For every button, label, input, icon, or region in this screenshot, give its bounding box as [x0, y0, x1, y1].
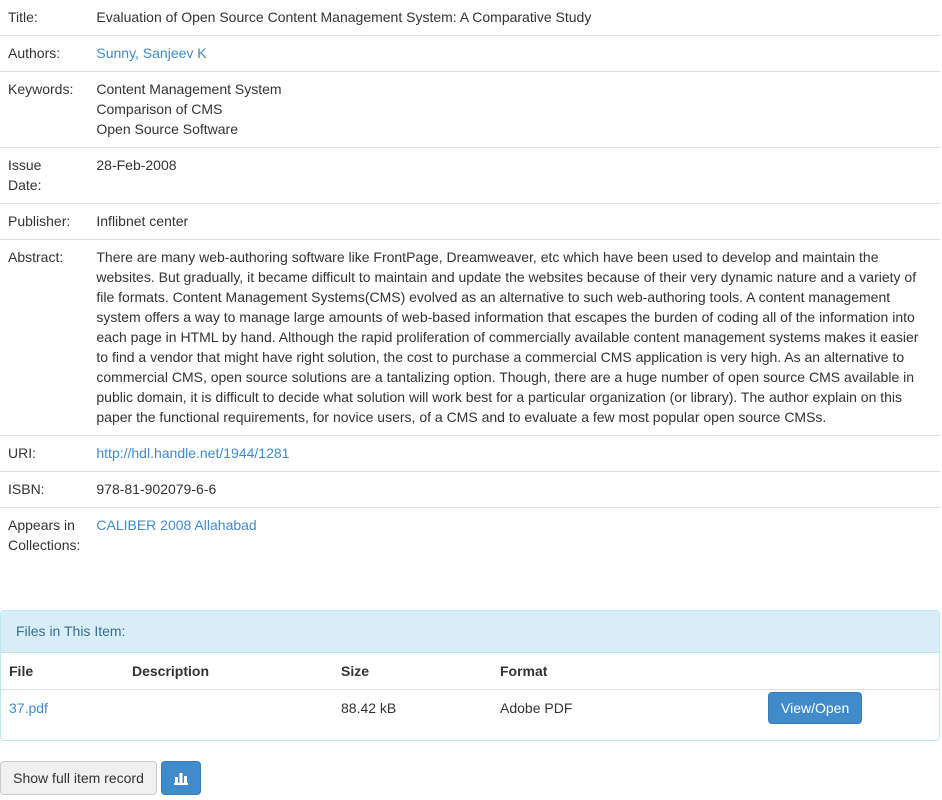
- authors-label: Authors:: [0, 35, 89, 72]
- issue-date-value: 28-Feb-2008: [88, 147, 940, 204]
- uri-label: URI:: [0, 435, 89, 472]
- title-row: Title: Evaluation of Open Source Content…: [0, 0, 940, 36]
- isbn-row: ISBN: 978-81-902079-6-6: [0, 471, 940, 508]
- issue-date-row: Issue Date: 28-Feb-2008: [0, 147, 940, 204]
- keyword-item: Comparison of CMS: [96, 101, 223, 117]
- files-panel-heading: Files in This Item:: [1, 611, 939, 653]
- file-description: [124, 690, 333, 741]
- authors-row: Authors: Sunny, Sanjeev K: [0, 35, 940, 72]
- item-metadata-table: Title: Evaluation of Open Source Content…: [0, 0, 940, 563]
- author-link[interactable]: Sunny, Sanjeev K: [96, 45, 206, 61]
- view-open-button[interactable]: View/Open: [768, 692, 863, 724]
- abstract-text: There are many web-authoring software li…: [96, 249, 919, 425]
- file-format: Adobe PDF: [500, 700, 573, 716]
- keyword-item: Open Source Software: [96, 121, 239, 137]
- collections-label: Appears in Collections:: [0, 507, 89, 563]
- publisher-label: Publisher:: [0, 203, 89, 240]
- collections-label-line2: Collections:: [8, 537, 81, 553]
- bar-chart-icon: [174, 773, 188, 785]
- files-panel: Files in This Item: File Description Siz…: [0, 610, 940, 741]
- collections-label-line1: Appears in: [8, 517, 75, 533]
- issue-date-label-line2: Date:: [8, 177, 42, 193]
- keywords-row: Keywords: Content Management System Comp…: [0, 71, 940, 148]
- issue-date-label: Issue Date:: [0, 147, 89, 204]
- file-size: 88.42 kB: [341, 700, 397, 716]
- show-full-record-button[interactable]: Show full item record: [0, 761, 157, 795]
- title-label: Title:: [8, 9, 38, 25]
- files-table: File Description Size Format 37.pdf 88.4…: [1, 653, 939, 740]
- column-header-size: Size: [333, 653, 492, 690]
- issue-date-label-line1: Issue: [8, 157, 42, 173]
- abstract-row: Abstract: There are many web-authoring s…: [0, 239, 940, 436]
- column-header-description: Description: [124, 653, 333, 690]
- abstract-label: Abstract:: [0, 239, 89, 436]
- keywords-value: Content Management System Comparison of …: [88, 71, 940, 148]
- uri-link[interactable]: http://hdl.handle.net/1944/1281: [96, 445, 289, 461]
- file-row: 37.pdf 88.42 kB Adobe PDF View/Open: [1, 690, 939, 741]
- column-header-file: File: [1, 653, 124, 690]
- isbn-label: ISBN:: [0, 471, 89, 508]
- column-header-format: Format: [492, 653, 760, 690]
- title-value: Evaluation of Open Source Content Manage…: [96, 9, 592, 25]
- isbn-value: 978-81-902079-6-6: [88, 471, 940, 508]
- uri-row: URI: http://hdl.handle.net/1944/1281: [0, 435, 940, 472]
- keywords-label: Keywords:: [0, 71, 89, 148]
- publisher-value: Inflibnet center: [88, 203, 940, 240]
- collection-link[interactable]: CALIBER 2008 Allahabad: [96, 517, 256, 533]
- column-header-action: [760, 653, 939, 690]
- keyword-item: Content Management System: [96, 81, 282, 97]
- files-table-header: File Description Size Format: [1, 653, 939, 690]
- publisher-row: Publisher: Inflibnet center: [0, 203, 940, 240]
- collections-row: Appears in Collections: CALIBER 2008 Alla…: [0, 507, 940, 563]
- file-link[interactable]: 37.pdf: [9, 700, 48, 716]
- statistics-button[interactable]: [161, 761, 201, 795]
